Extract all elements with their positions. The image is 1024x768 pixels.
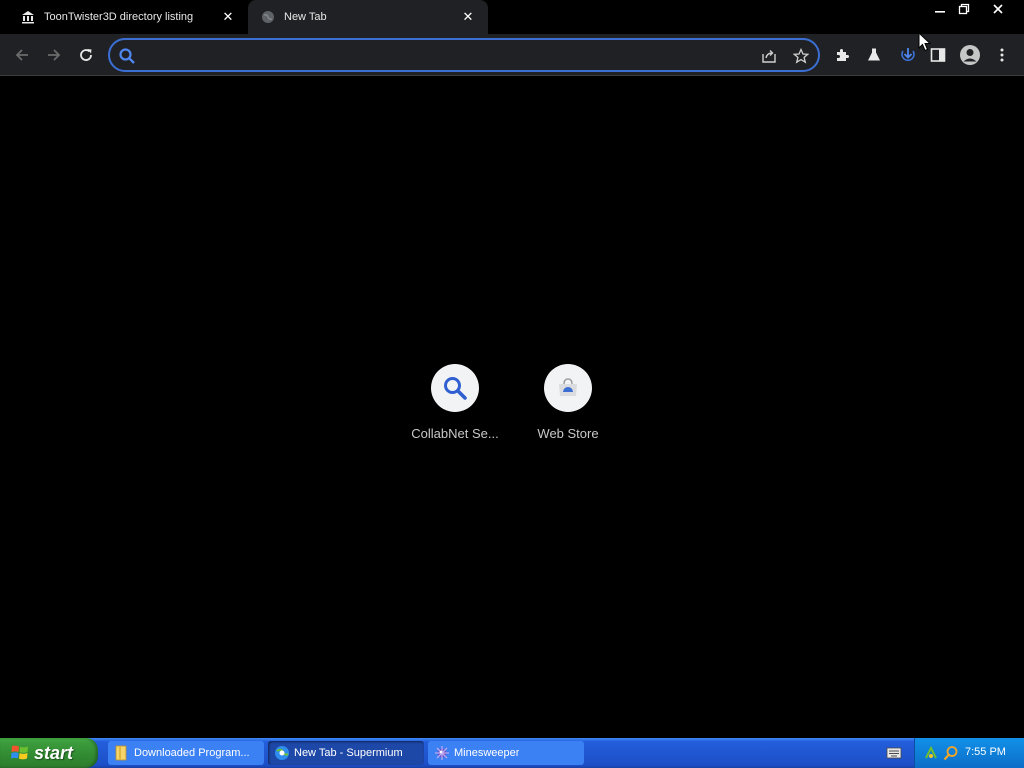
minimize-button[interactable]: [927, 0, 953, 18]
clock[interactable]: 7:55 PM: [965, 746, 1006, 758]
tab-label: New Tab: [284, 11, 327, 23]
restore-button[interactable]: [951, 0, 977, 18]
tab-new-tab[interactable]: New Tab ✕: [248, 0, 488, 34]
taskbar-item-label: New Tab - Supermium: [294, 747, 403, 759]
shortcut-label: CollabNet Se...: [411, 426, 499, 441]
bank-icon: [20, 9, 36, 25]
browser-icon: [275, 746, 289, 760]
taskbar: start Downloaded Program... New Tab - Su…: [0, 738, 1024, 768]
share-icon[interactable]: [758, 45, 780, 67]
network-icon[interactable]: [923, 745, 939, 761]
extensions-icon[interactable]: [828, 41, 856, 69]
tab-toontwister[interactable]: ToonTwister3D directory listing ✕: [0, 0, 248, 34]
close-icon[interactable]: ✕: [220, 9, 236, 25]
tab-strip: ToonTwister3D directory listing ✕ New Ta…: [0, 0, 1024, 34]
taskbar-item-label: Minesweeper: [454, 747, 520, 759]
start-label: start: [34, 742, 74, 763]
search-icon: [119, 48, 135, 64]
close-window-button[interactable]: [985, 0, 1011, 18]
profile-avatar-icon[interactable]: [956, 41, 984, 69]
forward-button[interactable]: [40, 41, 68, 69]
start-button[interactable]: start: [0, 738, 98, 768]
folder-icon: [115, 745, 127, 761]
taskbar-item-label: Downloaded Program...: [134, 747, 250, 759]
search-icon: [444, 377, 467, 400]
bookmark-star-icon[interactable]: [790, 45, 812, 67]
web-store-icon: [559, 378, 577, 396]
shortcut-label: Web Store: [537, 426, 599, 441]
shortcut-web-store[interactable]: Web Store: [512, 364, 624, 454]
minesweeper-icon: [435, 746, 449, 760]
address-bar[interactable]: [108, 38, 820, 72]
new-tab-page: CollabNet Se... Web Store: [0, 77, 1024, 738]
close-icon[interactable]: ✕: [460, 9, 476, 25]
tab-label: ToonTwister3D directory listing: [44, 11, 194, 23]
globe-icon: [260, 9, 276, 25]
taskbar-item-supermium[interactable]: New Tab - Supermium: [268, 741, 424, 765]
taskbar-item-downloaded-programs[interactable]: Downloaded Program...: [108, 741, 264, 765]
address-input[interactable]: [142, 44, 752, 66]
back-button[interactable]: [8, 41, 36, 69]
labs-flask-icon[interactable]: [860, 41, 888, 69]
menu-kebab-icon[interactable]: [988, 41, 1016, 69]
screen: ToonTwister3D directory listing ✕ New Ta…: [0, 0, 1024, 768]
magnifier-icon[interactable]: [943, 745, 959, 761]
taskbar-item-minesweeper[interactable]: Minesweeper: [428, 741, 584, 765]
shortcut-collabnet[interactable]: CollabNet Se...: [399, 364, 511, 454]
reload-button[interactable]: [72, 41, 100, 69]
shortcut-tile[interactable]: [431, 364, 479, 412]
system-tray: 7:55 PM: [914, 738, 1024, 768]
toolbar: [0, 34, 1024, 76]
mouse-cursor-icon: [918, 32, 932, 52]
keyboard-icon[interactable]: [886, 746, 902, 760]
shortcut-tile[interactable]: [544, 364, 592, 412]
windows-flag-icon: [11, 745, 28, 760]
